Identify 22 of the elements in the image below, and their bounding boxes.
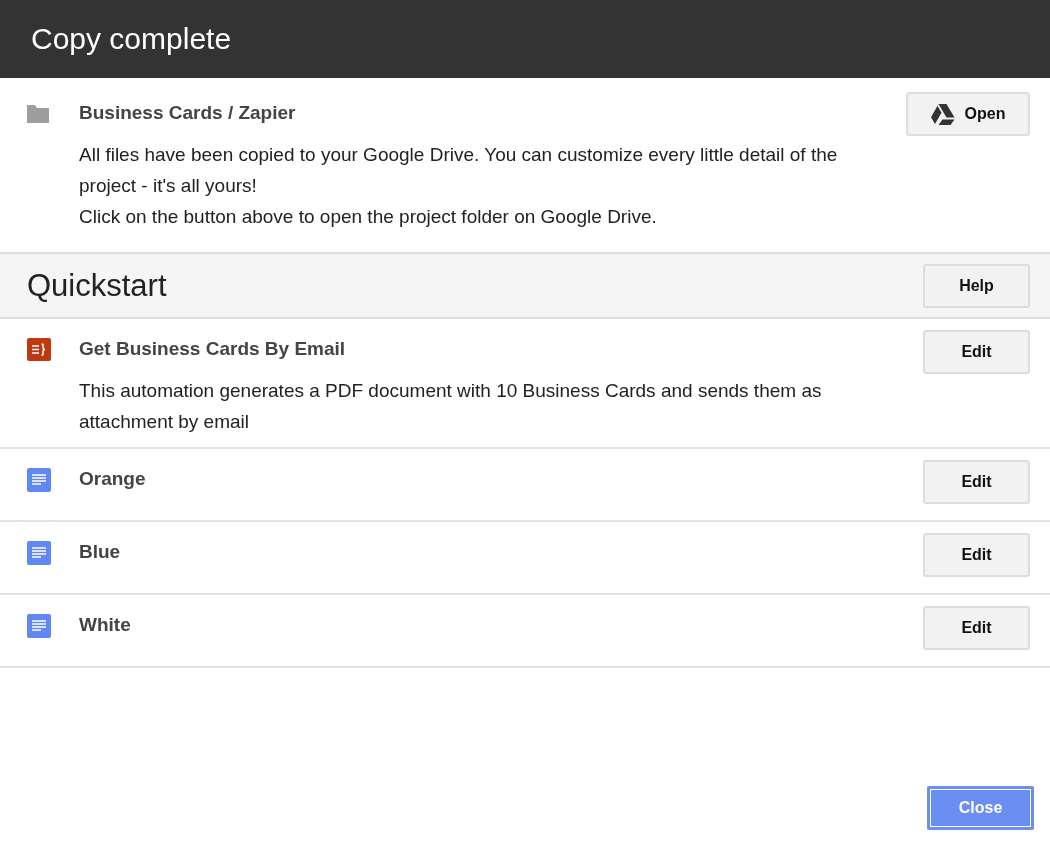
item-name: White (79, 613, 132, 637)
dialog-title: Copy complete (31, 22, 232, 56)
item-name: Orange (79, 467, 147, 491)
script-icon (27, 338, 51, 361)
description-text: Click on the button above to open the project folder on Google Drive. (79, 205, 658, 229)
help-button[interactable]: Help (923, 263, 1030, 308)
open-button[interactable]: Open (906, 92, 1030, 136)
item-name: Get Business Cards By Email (79, 337, 347, 361)
edit-button[interactable]: Edit (923, 606, 1030, 650)
drive-icon (930, 103, 955, 125)
edit-button[interactable]: Edit (923, 330, 1030, 374)
description-text: This automation generates a PDF document with 10 Business Cards and sends them as attachment by email (79, 379, 823, 434)
project-name: Business Cards / Zapier (79, 101, 297, 125)
document-icon (27, 541, 51, 565)
document-icon (27, 614, 51, 638)
folder-icon (27, 105, 49, 123)
description-text: All files have been copied to your Google Drive. You can customize every little detail of the project - it's all yours! (79, 143, 839, 198)
quickstart-heading: Quickstart (27, 267, 167, 304)
item-name: Blue (79, 540, 122, 564)
document-icon (27, 468, 51, 492)
edit-button[interactable]: Edit (923, 533, 1030, 577)
edit-button[interactable]: Edit (923, 460, 1030, 504)
